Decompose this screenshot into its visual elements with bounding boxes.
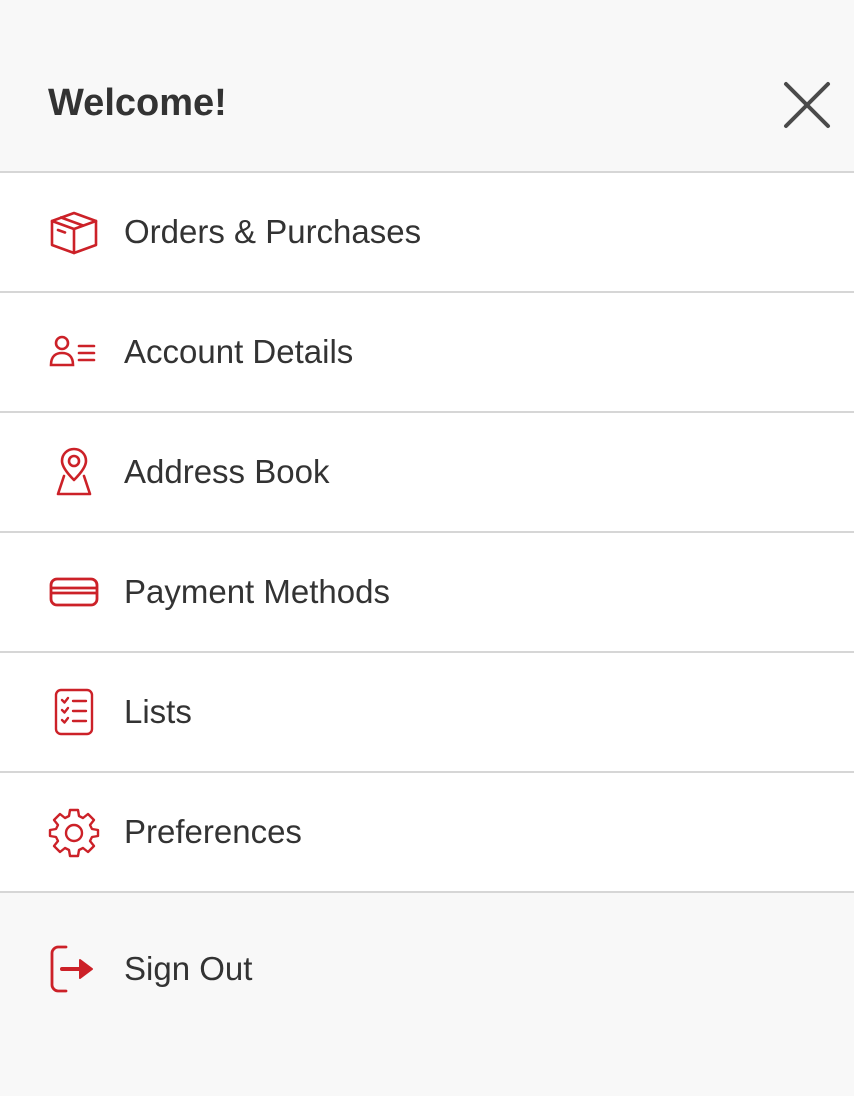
account-menu-panel: Welcome! Orders & Purchases Account Deta… <box>0 0 854 1096</box>
menu-item-orders[interactable]: Orders & Purchases <box>0 173 854 293</box>
menu-item-label: Account Details <box>124 333 354 370</box>
location-pin-icon <box>48 446 100 498</box>
menu-footer: Sign Out <box>0 893 854 1094</box>
menu-list: Orders & Purchases Account Details Addre… <box>0 173 854 893</box>
menu-item-preferences[interactable]: Preferences <box>0 773 854 893</box>
user-list-icon <box>48 326 100 378</box>
sign-out-button[interactable]: Sign Out <box>0 893 854 1045</box>
menu-item-lists[interactable]: Lists <box>0 653 854 773</box>
menu-item-label: Lists <box>124 693 192 730</box>
sign-out-label: Sign Out <box>124 950 253 987</box>
menu-item-label: Address Book <box>124 453 330 490</box>
menu-header: Welcome! <box>0 0 854 173</box>
menu-item-label: Payment Methods <box>124 573 390 610</box>
box-icon <box>48 206 100 258</box>
page-title: Welcome! <box>48 82 227 124</box>
menu-item-label: Orders & Purchases <box>124 213 422 250</box>
menu-item-account-details[interactable]: Account Details <box>0 293 854 413</box>
checklist-icon <box>48 686 100 738</box>
menu-item-label: Preferences <box>124 813 302 850</box>
gear-icon <box>48 806 100 858</box>
close-button[interactable] <box>780 78 834 132</box>
close-icon <box>784 82 830 128</box>
sign-out-icon <box>48 943 100 995</box>
menu-item-payment-methods[interactable]: Payment Methods <box>0 533 854 653</box>
menu-item-address-book[interactable]: Address Book <box>0 413 854 533</box>
credit-card-icon <box>48 566 100 618</box>
